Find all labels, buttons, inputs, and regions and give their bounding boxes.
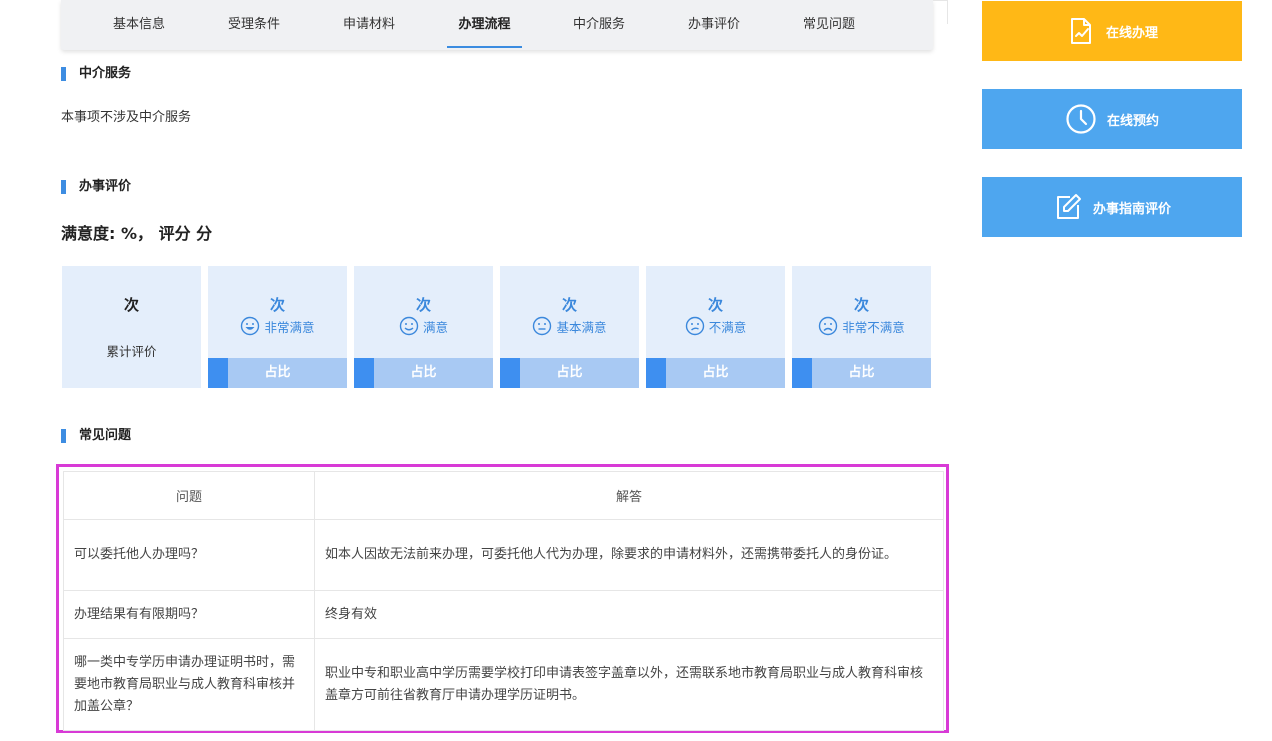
satisfied-face-icon [399, 316, 419, 336]
rating-count: 次 [853, 296, 869, 314]
rating-label: 不满意 [708, 320, 747, 335]
faq-header-row: 问题 解答 [63, 471, 944, 520]
ratio-label: 占比 [410, 365, 437, 380]
total-count: 次 [123, 296, 139, 314]
faq-table: 问题 解答 可以委托他人办理吗？ 如本人因故无法前来办理，可委托他人代为办理，除… [63, 471, 944, 731]
faq-answer: 如本人因故无法前来办理，可委托他人代为办理，除要求的申请材料外，还需携带委托人的… [314, 519, 944, 591]
ratio-bar: 占比 [354, 358, 493, 388]
rating-card-dissatisfied[interactable]: 次 不满意 占比 [646, 266, 785, 388]
very-dissatisfied-face-icon [819, 316, 838, 336]
document-sign-icon [1070, 18, 1091, 44]
guide-evaluation-label: 办事指南评价 [1092, 201, 1171, 217]
divider [933, 0, 948, 24]
satisfaction-summary: 满意度: %， 评分 分 [61, 224, 213, 243]
rating-count: 次 [707, 296, 723, 314]
table-row: 办理结果有有限期吗？ 终身有效 [63, 590, 944, 639]
faq-answer: 职业中专和职业高中学历需要学校打印申请表签字盖章以外，还需联系地市教育局职业与成… [314, 638, 944, 731]
section-marker [61, 180, 66, 194]
section-title-faq: 常见问题 [61, 428, 131, 444]
total-label: 累计评价 [106, 344, 157, 359]
tab-application-materials[interactable]: 申请材料 [331, 0, 407, 50]
rating-label: 基本满意 [556, 320, 607, 335]
tab-acceptance-conditions[interactable]: 受理条件 [216, 0, 292, 50]
faq-header-question: 问题 [63, 471, 315, 520]
section-marker [61, 429, 66, 443]
rating-label-row: 基本满意 [500, 316, 639, 336]
rating-count: 次 [415, 296, 431, 314]
online-handle-label: 在线办理 [1105, 25, 1158, 41]
online-appointment-button[interactable]: 在线预约 [982, 89, 1242, 149]
rating-card-satisfied[interactable]: 次 满意 占比 [354, 266, 493, 388]
table-row: 哪一类中专学历申请办理证明书时，需要地市教育局职业与成人教育科审核并加盖公章？ … [63, 638, 944, 731]
tab-process-flow[interactable]: 办理流程 [447, 0, 522, 50]
rating-count: 次 [561, 296, 577, 314]
tab-bar: 基本信息 受理条件 申请材料 办理流程 中介服务 办事评价 常见问题 [61, 0, 933, 50]
faq-question: 哪一类中专学历申请办理证明书时，需要地市教育局职业与成人教育科审核并加盖公章？ [63, 638, 315, 731]
faq-highlight-frame: 问题 解答 可以委托他人办理吗？ 如本人因故无法前来办理，可委托他人代为办理，除… [56, 464, 949, 733]
tab-basic-info[interactable]: 基本信息 [101, 0, 177, 50]
section-title-text: 中介服务 [79, 66, 132, 81]
table-row: 可以委托他人办理吗？ 如本人因故无法前来办理，可委托他人代为办理，除要求的申请材… [63, 519, 944, 591]
tab-service-evaluation[interactable]: 办事评价 [676, 0, 752, 50]
ratio-label: 占比 [848, 365, 875, 380]
rating-label-row: 非常不满意 [792, 316, 931, 336]
section-title-intermediary: 中介服务 [61, 66, 131, 82]
tab-faq[interactable]: 常见问题 [791, 0, 867, 50]
very-satisfied-face-icon [241, 316, 260, 336]
rating-card-basically-satisfied[interactable]: 次 基本满意 占比 [500, 266, 639, 388]
ratio-bar: 占比 [792, 358, 931, 388]
faq-header-answer: 解答 [314, 471, 944, 520]
rating-label: 非常不满意 [842, 320, 905, 335]
ratio-label: 占比 [264, 365, 291, 380]
faq-question: 可以委托他人办理吗？ [63, 519, 315, 591]
rating-label-row: 非常满意 [208, 316, 347, 336]
faq-answer: 终身有效 [314, 590, 944, 639]
ratio-label: 占比 [702, 365, 729, 380]
online-handle-button[interactable]: 在线办理 [982, 1, 1242, 61]
section-title-evaluation: 办事评价 [61, 179, 131, 195]
rating-card-very-dissatisfied[interactable]: 次 非常不满意 占比 [792, 266, 931, 388]
total-evaluation-card: 次 累计评价 [62, 266, 201, 388]
rating-label: 非常满意 [264, 320, 315, 335]
ratio-bar: 占比 [500, 358, 639, 388]
section-title-text: 常见问题 [79, 428, 132, 443]
section-title-text: 办事评价 [79, 179, 132, 194]
section-marker [61, 67, 66, 81]
ratio-bar: 占比 [208, 358, 347, 388]
neutral-face-icon [533, 316, 552, 336]
rating-card-very-satisfied[interactable]: 次 非常满意 占比 [208, 266, 347, 388]
dissatisfied-face-icon [685, 316, 704, 336]
edit-icon [1056, 194, 1081, 219]
ratio-label: 占比 [556, 365, 583, 380]
online-appointment-label: 在线预约 [1106, 113, 1159, 129]
rating-label-row: 不满意 [646, 316, 785, 336]
faq-question: 办理结果有有限期吗？ [63, 590, 315, 639]
guide-evaluation-button[interactable]: 办事指南评价 [982, 177, 1242, 237]
intermediary-text: 本事项不涉及中介服务 [61, 110, 192, 125]
rating-label: 满意 [422, 320, 448, 335]
clock-icon [1066, 104, 1096, 134]
tab-intermediary-service[interactable]: 中介服务 [561, 0, 637, 50]
rating-label-row: 满意 [354, 316, 493, 336]
ratio-bar: 占比 [646, 358, 785, 388]
rating-count: 次 [269, 296, 285, 314]
